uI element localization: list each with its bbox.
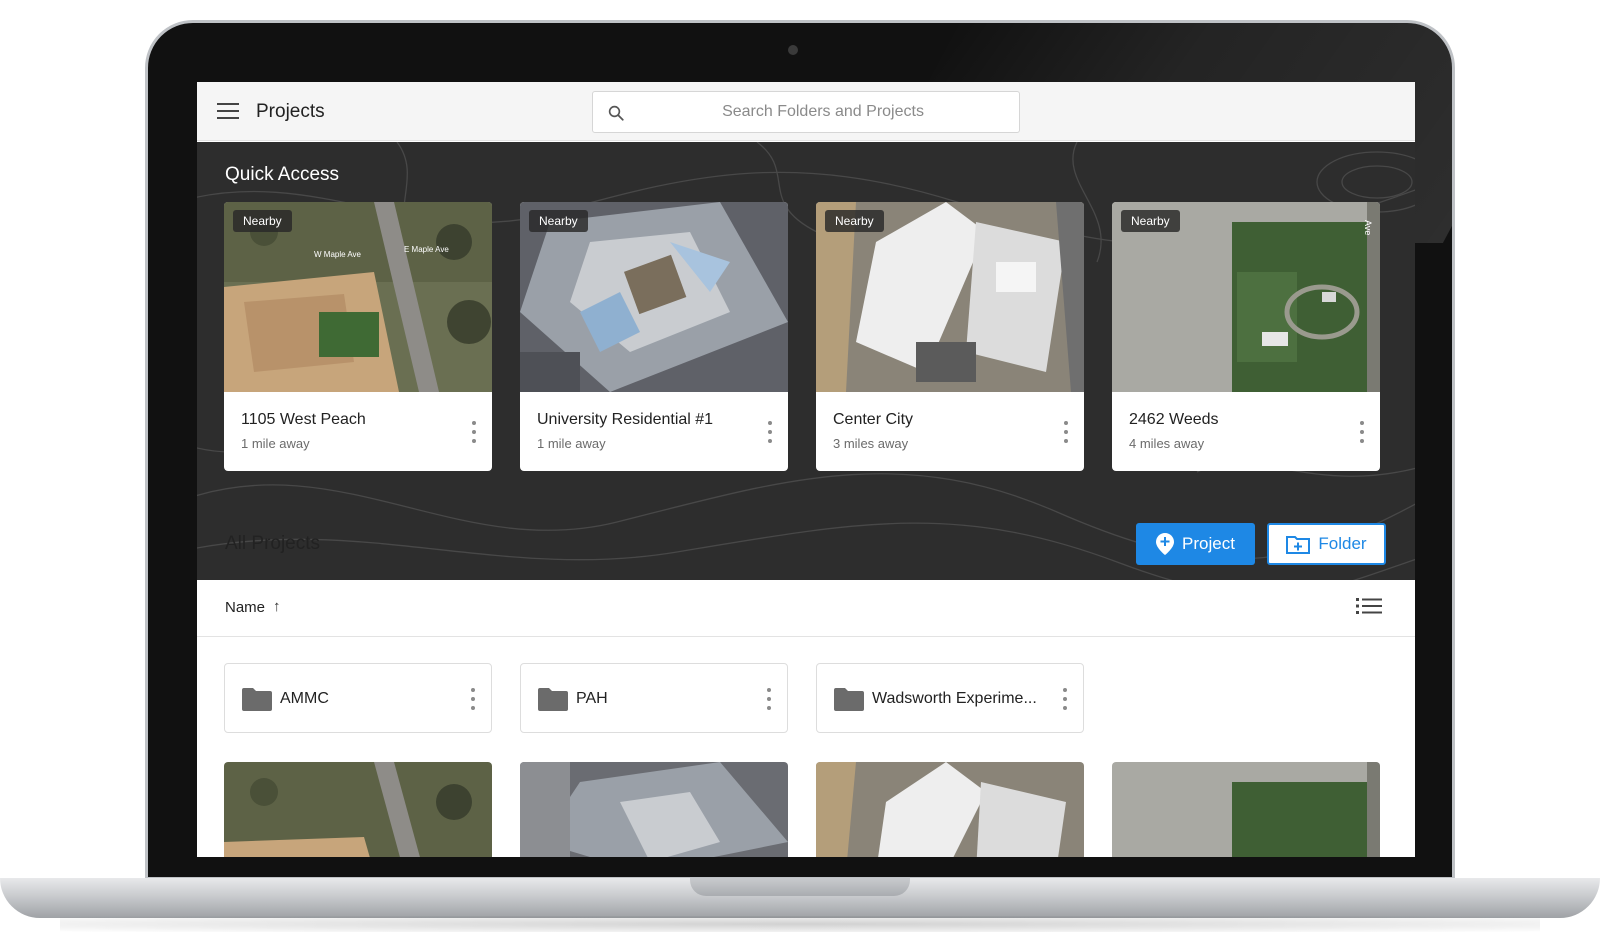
nearby-badge: Nearby xyxy=(825,210,884,232)
project-distance: 4 miles away xyxy=(1129,436,1205,451)
nearby-badge: Nearby xyxy=(233,210,292,232)
more-options-icon[interactable] xyxy=(1358,421,1366,443)
add-folder-label: Folder xyxy=(1318,534,1367,553)
project-distance: 3 miles away xyxy=(833,436,909,451)
more-options-icon[interactable] xyxy=(1061,688,1069,710)
project-name: Center City xyxy=(833,411,914,428)
map-label: E Maple Ave xyxy=(404,245,449,254)
search-box[interactable] xyxy=(592,91,1020,133)
laptop-notch xyxy=(690,878,910,896)
more-options-icon[interactable] xyxy=(765,688,773,710)
folder-card[interactable]: Wadsworth Experime... xyxy=(816,663,1084,733)
folder-card[interactable]: AMMC xyxy=(224,663,492,733)
project-card-thumbnail[interactable] xyxy=(816,762,1084,857)
sort-arrow-icon[interactable]: ↑ xyxy=(273,598,281,615)
project-name: 1105 West Peach xyxy=(241,411,366,428)
app-screen: Projects Quick Access xyxy=(197,82,1415,857)
more-options-icon[interactable] xyxy=(470,421,478,443)
laptop-shadow xyxy=(60,916,1540,932)
sort-by-name[interactable]: Name xyxy=(225,599,265,616)
add-project-button[interactable]: Project xyxy=(1136,523,1255,565)
search-icon xyxy=(608,105,624,121)
quick-access-card[interactable]: Nearby Center City 3 miles away xyxy=(816,202,1084,471)
project-distance: 1 mile away xyxy=(537,436,606,451)
quick-access-title: Quick Access xyxy=(225,164,340,185)
menu-icon[interactable] xyxy=(217,103,239,119)
project-card-thumbnail[interactable] xyxy=(224,762,492,857)
folder-name: PAH xyxy=(576,690,608,707)
add-project-label: Project xyxy=(1182,534,1235,553)
page-title: Projects xyxy=(256,101,325,122)
folder-icon xyxy=(834,688,864,711)
list-view-icon[interactable] xyxy=(1356,597,1382,615)
project-thumbnail: W Maple Ave E Maple Ave Nearby xyxy=(224,202,492,392)
map-pin-plus-icon xyxy=(1156,533,1175,555)
nearby-badge: Nearby xyxy=(529,210,588,232)
nearby-badge: Nearby xyxy=(1121,210,1180,232)
project-distance: 1 mile away xyxy=(241,436,310,451)
all-projects-title: All Projects xyxy=(225,533,321,554)
map-label: W Maple Ave xyxy=(314,250,362,259)
project-name: University Residential #1 xyxy=(537,411,714,428)
sort-row: Name ↑ xyxy=(197,577,1415,637)
quick-access-card[interactable]: W Maple Ave E Maple Ave Nearby 1105 West… xyxy=(224,202,492,471)
more-options-icon[interactable] xyxy=(766,421,774,443)
camera xyxy=(788,45,798,55)
folder-card[interactable]: PAH xyxy=(520,663,788,733)
folder-name: Wadsworth Experime... xyxy=(872,690,1037,707)
top-bar: Projects xyxy=(197,82,1415,141)
project-card-thumbnail[interactable] xyxy=(1112,762,1380,857)
project-card-thumbnail[interactable] xyxy=(520,762,788,857)
more-options-icon[interactable] xyxy=(1062,421,1070,443)
folder-name: AMMC xyxy=(280,690,329,707)
project-thumbnail: Nearby xyxy=(520,202,788,392)
map-label: Ave xyxy=(1363,220,1373,235)
project-thumbnail: Ave Nearby xyxy=(1112,202,1380,392)
project-thumbnail: Nearby xyxy=(816,202,1084,392)
quick-access-card[interactable]: Nearby University Residential #1 1 mile … xyxy=(520,202,788,471)
quick-access-card[interactable]: Ave Nearby 2462 Weeds 4 miles away xyxy=(1112,202,1380,471)
quick-access-section: Quick Access W Maple Ave E Maple Ave Nea… xyxy=(197,142,1415,580)
project-name: 2462 Weeds xyxy=(1129,411,1219,428)
folder-icon xyxy=(242,688,272,711)
search-input[interactable] xyxy=(643,92,1003,132)
folder-plus-icon xyxy=(1286,536,1311,554)
add-folder-button[interactable]: Folder xyxy=(1267,523,1386,565)
folder-icon xyxy=(538,688,568,711)
more-options-icon[interactable] xyxy=(469,688,477,710)
